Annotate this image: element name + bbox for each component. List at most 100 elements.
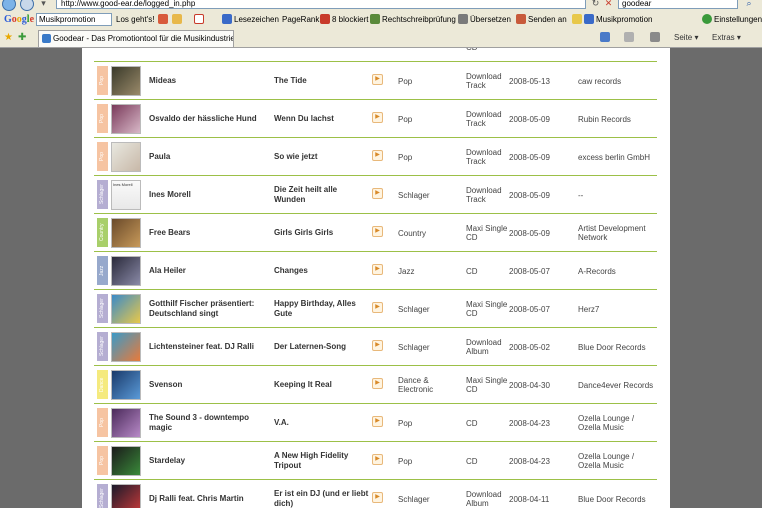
album-cover[interactable] (111, 332, 141, 362)
release-title[interactable]: A New High Fidelity Tripout (274, 442, 369, 480)
release-title[interactable]: Happy Birthday, Alles Gute (274, 290, 369, 328)
highlight-term-button[interactable]: Musikpromotion (572, 13, 652, 27)
play-icon[interactable]: ▶ (372, 74, 383, 85)
play-icon[interactable]: ▶ (372, 492, 383, 503)
release-title[interactable]: The Tide (274, 62, 369, 100)
history-dropdown-icon[interactable]: ▾ (38, 0, 49, 9)
home-icon[interactable] (600, 31, 612, 45)
artist-name[interactable]: Lichtensteiner feat. DJ Ralli (149, 328, 269, 366)
artist-name[interactable]: Ala Heiler (149, 252, 269, 290)
record-label: Blue Door Records (578, 342, 646, 352)
release-title[interactable]: Er ist ein DJ (und er liebt dich) (274, 480, 369, 508)
album-cover[interactable] (111, 218, 141, 248)
tab-goodear[interactable]: Goodear - Das Promotiontool für die Musi… (38, 30, 234, 47)
back-button[interactable] (2, 0, 16, 11)
los-button[interactable]: Los geht's! (116, 13, 154, 27)
tab-title: Goodear - Das Promotiontool für die Musi… (53, 34, 234, 43)
artist-name[interactable]: Mideas (149, 62, 269, 100)
play-icon[interactable]: ▶ (372, 378, 383, 389)
release-row[interactable]: Country Free Bears Girls Girls Girls ▶ Count… (94, 214, 657, 252)
feeds-icon[interactable] (624, 31, 636, 45)
artist-name[interactable]: Ines Morell (149, 176, 269, 214)
refresh-icon[interactable]: ↻ (590, 0, 601, 9)
artist-name[interactable]: Dj Ralli feat. Chris Martin (149, 480, 269, 508)
album-cover[interactable] (111, 370, 141, 400)
release-row[interactable]: Pop Mideas The Tide ▶ Pop Download Track 2008-… (94, 62, 657, 100)
release-row[interactable]: Schlager Ines Morell Ines Morell Die Zeit h… (94, 176, 657, 214)
artist-name[interactable]: Svenson (149, 366, 269, 404)
play-icon[interactable]: ▶ (372, 416, 383, 427)
release-row[interactable]: Pop Paula So wie jetzt ▶ Pop Download Track 20… (94, 138, 657, 176)
play-icon[interactable]: ▶ (372, 112, 383, 123)
artist-name[interactable] (149, 48, 269, 62)
album-cover[interactable] (111, 256, 141, 286)
google-search-input[interactable]: Musikpromotion (36, 13, 112, 26)
play-icon[interactable]: ▶ (372, 264, 383, 275)
play-icon[interactable]: ▶ (372, 454, 383, 465)
album-cover[interactable] (111, 294, 141, 324)
release-row[interactable]: Jazz Ala Heiler Changes ▶ Jazz CD 2008-05-07 A-… (94, 252, 657, 290)
pagerank-button[interactable]: PageRank (282, 13, 319, 27)
news-icon[interactable] (158, 13, 170, 27)
artist-name[interactable]: Gotthilf Fischer präsentiert: Deutschlan… (149, 290, 269, 328)
artist-name[interactable]: The Sound 3 - downtempo magic (149, 404, 269, 442)
add-favorites-icon[interactable]: ✚ (18, 31, 26, 45)
release-title[interactable]: V.A. (274, 404, 369, 442)
release-title[interactable]: So wie jetzt (274, 138, 369, 176)
release-row[interactable]: Schlager Lichtensteiner feat. DJ Ralli Der… (94, 328, 657, 366)
play-icon[interactable]: ▶ (372, 226, 383, 237)
forward-button[interactable] (20, 0, 34, 11)
search-term-icon (584, 14, 594, 24)
album-cover[interactable] (111, 66, 141, 96)
address-bar[interactable]: http://www.good-ear.de/logged_in.php (56, 0, 586, 9)
translate-button[interactable]: Übersetzen (458, 13, 511, 27)
extras-menu[interactable]: Extras ▾ (712, 31, 741, 45)
spellcheck-button[interactable]: Rechtschreibprüfung (370, 13, 456, 27)
release-title[interactable]: Girls Girls Girls (274, 214, 369, 252)
send-button[interactable]: Senden an (516, 13, 567, 27)
album-cover[interactable]: Ines Morell (111, 180, 141, 210)
search-icon[interactable]: ⌕ (742, 0, 756, 9)
bookmarks-button[interactable]: Lesezeichen (222, 13, 279, 27)
print-icon[interactable] (650, 31, 662, 45)
release-row[interactable]: Schlager Dj Ralli feat. Chris Martin Er is… (94, 480, 657, 508)
release-row[interactable]: Pop Osvaldo der hässliche Hund Wenn Du lac… (94, 100, 657, 138)
settings-button[interactable]: Einstellungen (702, 13, 762, 27)
album-cover[interactable] (111, 104, 141, 134)
format-cell: Download Track (466, 186, 502, 204)
release-row[interactable]: Pop Stardelay A New High Fidelity Tripout ▶… (94, 442, 657, 480)
play-icon[interactable]: ▶ (372, 188, 383, 199)
release-title[interactable] (274, 48, 369, 62)
play-icon[interactable]: ▶ (372, 340, 383, 351)
play-icon[interactable]: ▶ (372, 150, 383, 161)
release-title[interactable]: Der Laternen-Song (274, 328, 369, 366)
release-title[interactable]: Wenn Du lachst (274, 100, 369, 138)
popup-blocker-button[interactable]: 8 blockiert (320, 13, 368, 27)
page-menu[interactable]: Seite ▾ (674, 31, 698, 45)
release-title[interactable]: Changes (274, 252, 369, 290)
release-row[interactable]: Country▶CD (94, 48, 657, 62)
release-row[interactable]: Schlager Gotthilf Fischer präsentiert: De… (94, 290, 657, 328)
mail-icon[interactable] (194, 13, 206, 27)
release-row[interactable]: Dance Svenson Keeping It Real ▶ Dance & Elec… (94, 366, 657, 404)
release-row[interactable]: Pop The Sound 3 - downtempo magic V.A. ▶ Pop… (94, 404, 657, 442)
genre-cell: Pop (398, 114, 413, 124)
highlight-icon[interactable] (172, 13, 184, 27)
release-title[interactable]: Keeping It Real (274, 366, 369, 404)
tab-row: ★ ✚ Goodear - Das Promotiontool für die … (0, 29, 762, 47)
artist-name[interactable]: Stardelay (149, 442, 269, 480)
play-icon[interactable]: ▶ (372, 302, 383, 313)
artist-name[interactable]: Osvaldo der hässliche Hund (149, 100, 269, 138)
artist-name[interactable]: Free Bears (149, 214, 269, 252)
album-cover[interactable] (111, 446, 141, 476)
favorites-star-icon[interactable]: ★ (4, 31, 13, 45)
album-cover[interactable] (111, 408, 141, 438)
browser-search-input[interactable]: goodear (618, 0, 738, 9)
album-cover[interactable] (111, 484, 141, 508)
format-cell: CD (466, 456, 478, 466)
address-row: ▾ http://www.good-ear.de/logged_in.php ↻… (0, 0, 762, 11)
stop-icon[interactable]: ✕ (603, 0, 614, 9)
release-title[interactable]: Die Zeit heilt alle Wunden (274, 176, 369, 214)
artist-name[interactable]: Paula (149, 138, 269, 176)
album-cover[interactable] (111, 142, 141, 172)
